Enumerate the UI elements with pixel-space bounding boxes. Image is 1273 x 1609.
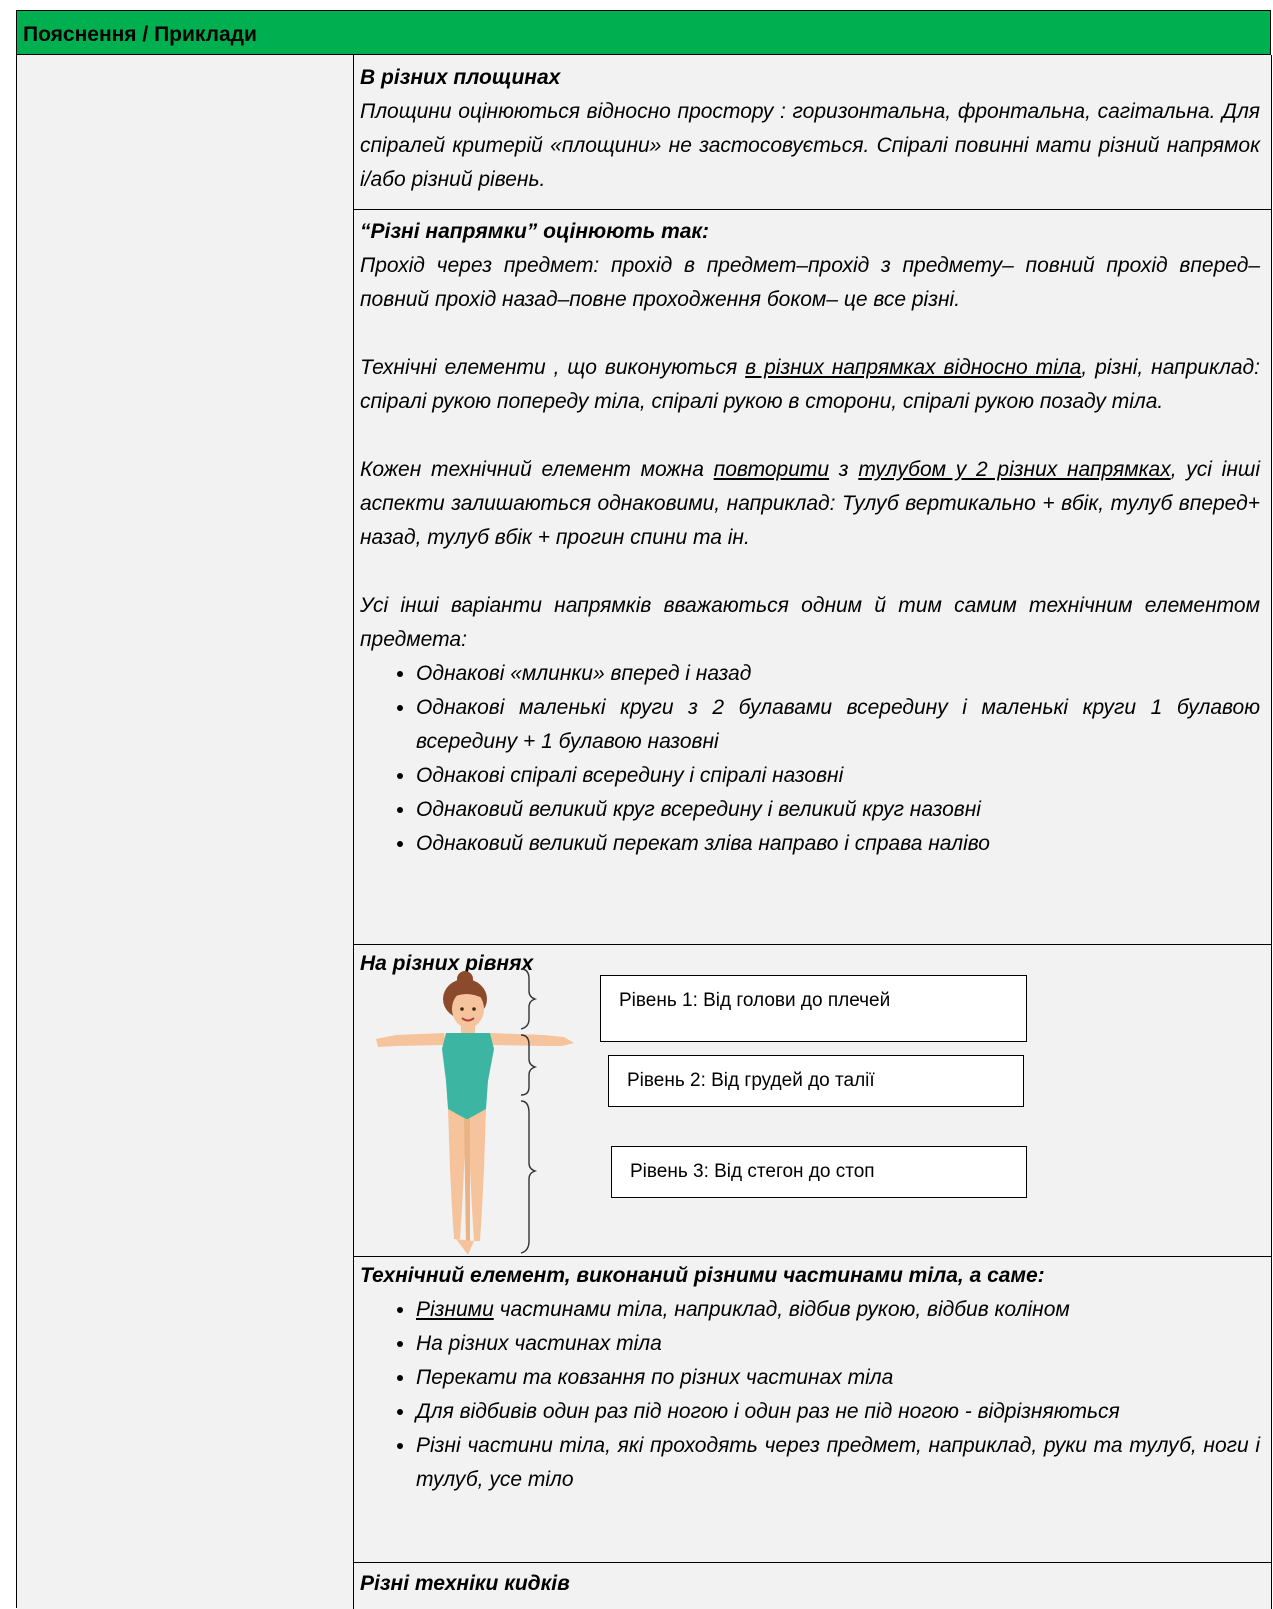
directions-p2: Технічні елементи , що виконуються в різ… <box>360 356 1260 413</box>
header-title: Пояснення / Приклади <box>23 23 257 46</box>
level-2-box: Рівень 2: Від грудей до талії <box>608 1055 1024 1107</box>
level-1-label: Рівень 1: Від голови до плечей <box>619 990 891 1011</box>
leotard <box>442 1033 494 1119</box>
left-column <box>17 55 354 1609</box>
row-throws: Різні техніки кидків <box>354 1563 1271 1609</box>
left-arm <box>376 1033 446 1047</box>
directions-p3: Кожен технічний елемент можна повторити … <box>360 458 1260 549</box>
list-item: На різних частинах тіла <box>416 1327 1260 1361</box>
list-item: Для відбивів один раз під ногою і один р… <box>416 1395 1260 1429</box>
left-leg <box>448 1109 466 1239</box>
right-leg <box>468 1109 486 1241</box>
list-item: Однакові маленькі круги з 2 булавами все… <box>416 691 1260 759</box>
right-column: В різних площинах Площини оцінюються від… <box>354 55 1272 1609</box>
gymnast-figure <box>376 971 574 1255</box>
row-bodyparts: Технічний елемент, виконаний різними час… <box>354 1257 1271 1563</box>
row-directions: “Різні напрямки” оцінюють так: Прохід че… <box>354 210 1271 945</box>
explanations-table: Пояснення / Приклади В різних площинах П… <box>16 10 1272 1609</box>
planes-heading: В різних площинах <box>360 66 561 89</box>
planes-text: Площини оцінюються відносно простору : г… <box>360 100 1260 191</box>
list-item: Різними частинами тіла, наприклад, відби… <box>416 1293 1260 1327</box>
list-item: Однаковий великий перекат зліва направо … <box>416 827 1260 861</box>
table-header: Пояснення / Приклади <box>17 11 1271 55</box>
bodyparts-heading: Технічний елемент, виконаний різними час… <box>360 1264 1045 1287</box>
row-planes: В різних площинах Площини оцінюються від… <box>354 55 1271 210</box>
directions-p1: Прохід через предмет: прохід в предмет–п… <box>360 254 1260 311</box>
list-item: Однакові спіралі всередину і спіралі наз… <box>416 759 1260 793</box>
list-item: Однаковий великий круг всередину і велик… <box>416 793 1260 827</box>
directions-list: Однакові «млинки» вперед і назад Однаков… <box>360 657 1260 861</box>
directions-p4: Усі інші варіанти напрямків вважаються о… <box>360 594 1260 651</box>
directions-block: “Різні напрямки” оцінюють так: Прохід че… <box>360 215 1260 861</box>
level-1-box: Рівень 1: Від голови до плечей <box>600 975 1027 1042</box>
bodyparts-list: Різними частинами тіла, наприклад, відби… <box>360 1293 1260 1497</box>
planes-block: В різних площинах Площини оцінюються від… <box>360 61 1260 197</box>
throws-heading: Різні техніки кидків <box>360 1572 570 1595</box>
directions-heading: “Різні напрямки” оцінюють так: <box>360 220 710 243</box>
row-levels: На різних рівнях Рівень 1: Від голови до… <box>354 945 1271 1257</box>
level-braces <box>520 968 538 1254</box>
list-item: Однакові «млинки» вперед і назад <box>416 657 1260 691</box>
level-3-label: Рівень 3: Від стегон до стоп <box>630 1161 875 1182</box>
level-2-label: Рівень 2: Від грудей до талії <box>627 1070 875 1091</box>
list-item: Перекати та ковзання по різних частинах … <box>416 1361 1260 1395</box>
level-3-box: Рівень 3: Від стегон до стоп <box>611 1146 1027 1198</box>
list-item: Різні частини тіла, які проходять через … <box>416 1429 1260 1497</box>
bodyparts-block: Технічний елемент, виконаний різними час… <box>360 1259 1260 1497</box>
